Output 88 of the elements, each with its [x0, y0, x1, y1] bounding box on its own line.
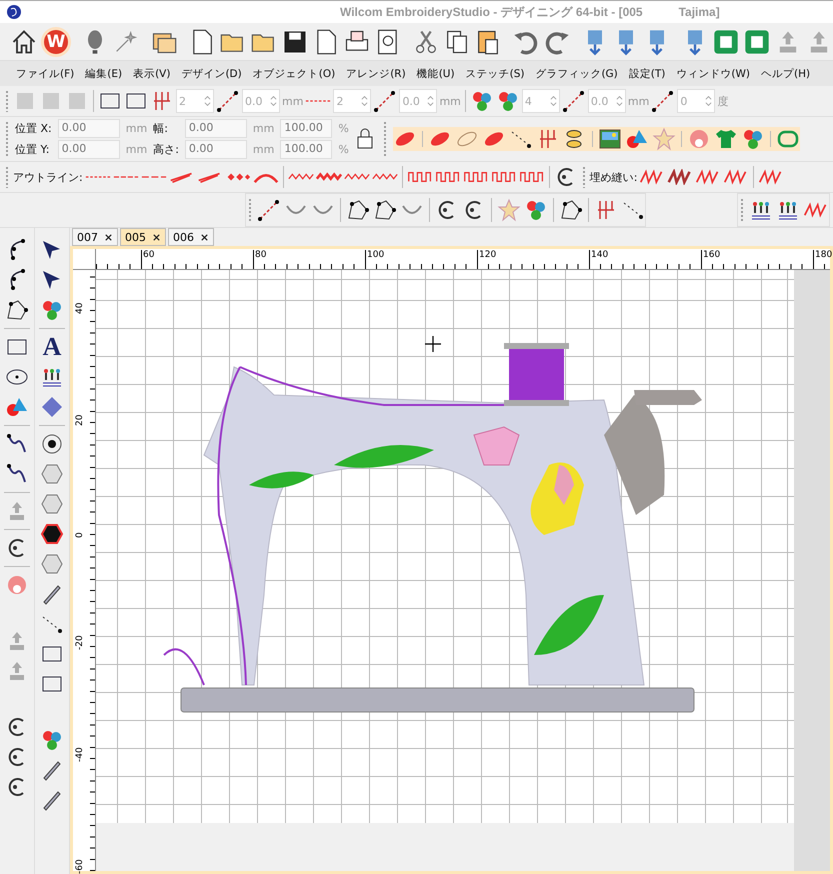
position-label: 位置 Y: — [15, 142, 50, 157]
hexagon-icon[interactable] — [40, 462, 64, 486]
shirt-icon[interactable] — [714, 127, 738, 151]
diamond-icon[interactable] — [40, 395, 64, 419]
framed-square-icon[interactable] — [712, 28, 740, 56]
crosshair-cursor-icon — [424, 335, 442, 353]
star-icon[interactable] — [652, 127, 676, 151]
polygon-nodes-icon[interactable] — [346, 198, 370, 222]
outline-label: アウトライン: — [13, 170, 83, 184]
stitch-pattern-icon[interactable] — [803, 202, 829, 218]
house-nodes-icon[interactable] — [373, 198, 397, 222]
size-field[interactable]: 0.00 — [184, 140, 247, 159]
ruler-label: 140 — [589, 250, 608, 268]
ruler-label: -20 — [75, 635, 85, 650]
window-title-suffix: Tajima] — [678, 5, 720, 19]
stitch-pattern-icon[interactable] — [758, 169, 784, 185]
stitch-pattern-icon[interactable] — [434, 169, 461, 185]
ruler-label: -60 — [75, 859, 85, 874]
unit-label: mm — [252, 143, 274, 156]
menu-item[interactable]: ファイル(F) — [16, 66, 74, 80]
text-tool[interactable]: A — [42, 335, 62, 359]
menu-item[interactable]: 編集(E) — [85, 66, 122, 80]
ruler-label: 20 — [75, 414, 85, 426]
position-field[interactable]: 0.00 — [58, 119, 120, 138]
stitch-pattern-icon[interactable] — [639, 169, 666, 185]
menu-item[interactable]: オブジェクト(O) — [252, 66, 336, 80]
app-icon — [6, 4, 22, 20]
close-icon[interactable] — [200, 232, 209, 242]
unit-label: mm — [126, 122, 148, 135]
line-tool-icon[interactable] — [257, 198, 281, 222]
logo-button[interactable]: W — [41, 26, 71, 56]
document-tab[interactable]: 007 — [72, 228, 118, 246]
unit-label: mm — [628, 94, 650, 108]
ruler-label: 0 — [75, 532, 85, 538]
menu-item[interactable]: 表示(V) — [133, 66, 170, 80]
home-icon[interactable] — [10, 28, 38, 56]
position-label: 位置 X: — [15, 121, 52, 136]
menu-item[interactable]: ヘルプ(H) — [760, 66, 810, 80]
position-field[interactable]: 0.00 — [58, 140, 120, 159]
menu-item[interactable]: 機能(U) — [416, 66, 455, 80]
unit-label: % — [338, 122, 349, 135]
ruler-label: 120 — [477, 250, 496, 268]
menu-item[interactable]: ステッチ(S) — [466, 66, 524, 80]
fill-label: 埋め縫い: — [590, 170, 638, 184]
menu-item[interactable]: アレンジ(R) — [346, 66, 406, 80]
document-tab[interactable]: 005 — [120, 228, 166, 246]
unit-label: mm — [126, 143, 148, 156]
size-label: 高さ: — [153, 142, 179, 157]
stitch-pattern-icon[interactable] — [723, 169, 750, 185]
stitch-pattern-icon[interactable] — [667, 169, 694, 185]
stitch-pattern-icon[interactable] — [518, 169, 545, 185]
design-canvas[interactable] — [96, 270, 794, 823]
stitch-pattern-icon[interactable] — [695, 169, 722, 185]
stitch-pattern-icon[interactable] — [490, 169, 517, 185]
size-label: 幅: — [153, 121, 169, 136]
filled-hexagon-icon[interactable] — [40, 522, 64, 546]
scale-field[interactable]: 100.00 — [280, 140, 332, 159]
stitch-pattern-icon[interactable] — [462, 169, 489, 185]
unit-label: 度 — [717, 94, 728, 108]
unit-label: mm — [252, 122, 274, 135]
menu-item[interactable]: デザイン(D) — [181, 66, 242, 80]
window-title: Wilcom EmbroideryStudio - デザイニング 64-bit - [005 — [340, 4, 643, 20]
ruler-label: 180 — [813, 250, 832, 268]
stitch-pattern-icon[interactable] — [406, 169, 433, 185]
ruler-label: -40 — [75, 747, 85, 762]
ring-icon[interactable] — [5, 573, 29, 597]
close-icon[interactable] — [152, 232, 161, 242]
size-field[interactable]: 0.00 — [184, 119, 247, 138]
ruler-label: 80 — [253, 250, 266, 268]
ruler-label: 40 — [75, 302, 85, 314]
faded-hexagon-icon[interactable] — [40, 552, 64, 576]
hexagon-outline-icon[interactable] — [40, 492, 64, 516]
framed-square-icon[interactable] — [743, 28, 771, 56]
target-icon[interactable] — [40, 432, 64, 456]
scale-field[interactable]: 100.00 — [280, 119, 332, 138]
picture-icon[interactable] — [598, 127, 622, 151]
menu-item[interactable]: 設定(T) — [628, 66, 666, 80]
document-tab[interactable]: 006 — [168, 228, 214, 246]
menu-item[interactable]: グラフィック(G) — [535, 66, 618, 80]
unit-label: % — [338, 143, 349, 156]
ruler-label: 160 — [701, 250, 720, 268]
ruler-label: 60 — [141, 250, 154, 268]
unit-label: mm — [282, 94, 304, 108]
ruler-label: 100 — [365, 250, 384, 268]
unit-label: mm — [439, 94, 461, 108]
close-icon[interactable] — [104, 232, 113, 242]
menu-item[interactable]: ウィンドウ(W) — [676, 66, 750, 80]
node-shape-icon[interactable] — [5, 298, 29, 322]
